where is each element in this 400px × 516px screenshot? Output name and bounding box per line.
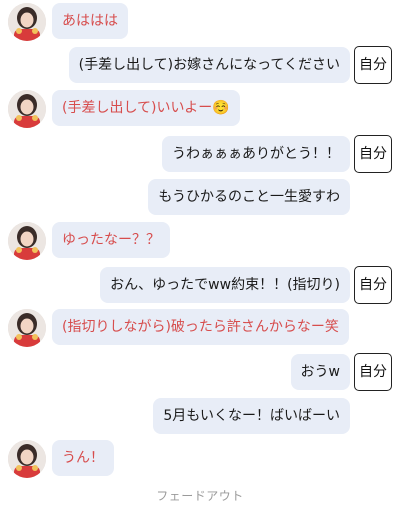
message-bubble: あははは (52, 3, 128, 39)
message-bubble: ゆったなー？？ (52, 222, 170, 258)
avatar-icon (8, 3, 46, 41)
message-bubble: 5月もいくなー！ばいばーい (153, 398, 350, 434)
story-footer: フェードアウト (156, 489, 244, 503)
avatar-icon (8, 90, 46, 128)
avatar[interactable] (8, 440, 46, 478)
message-bubble: おうw (290, 354, 350, 390)
avatar[interactable] (8, 3, 46, 41)
self-tag: 自分 (354, 46, 392, 84)
chat-thread: あははは (手差し出して)お嫁さんになってください 自分 (手差し出して)いいよ… (0, 0, 400, 516)
message-bubble: もうひかるのこと一生愛すわ (148, 179, 350, 215)
message-bubble: うわぁぁぁありがとう！！ (162, 136, 350, 172)
avatar[interactable] (8, 90, 46, 128)
message-bubble: (手差し出して)いいよー☺️ (52, 90, 240, 126)
self-tag: 自分 (354, 135, 392, 173)
message-bubble: おん、ゆったでww約束！！(指切り) (100, 267, 350, 303)
avatar-icon (8, 309, 46, 347)
message-bubble: うん！ (52, 440, 114, 476)
message-bubble: (指切りしながら)破ったら許さんからなー笑 (52, 309, 349, 345)
avatar[interactable] (8, 309, 46, 347)
self-tag: 自分 (354, 353, 392, 391)
avatar[interactable] (8, 222, 46, 260)
self-tag: 自分 (354, 266, 392, 304)
avatar-icon (8, 222, 46, 260)
message-bubble: (手差し出して)お嫁さんになってください (68, 47, 350, 83)
avatar-icon (8, 440, 46, 478)
